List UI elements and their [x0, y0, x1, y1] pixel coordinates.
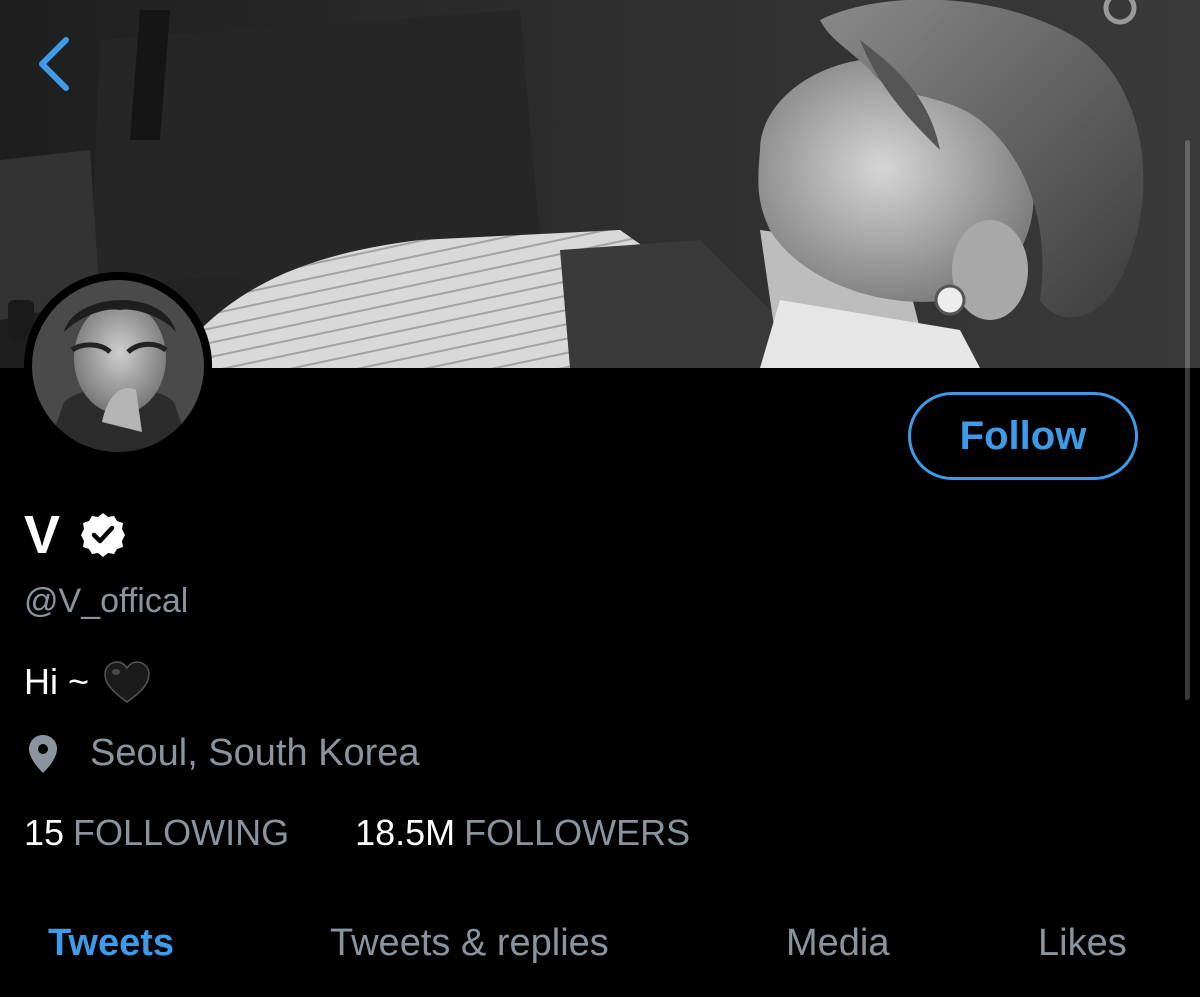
- followers-count: 18.5M: [355, 812, 456, 853]
- tab-media[interactable]: Media: [786, 922, 890, 965]
- tab-tweets-and-replies[interactable]: Tweets & replies: [330, 922, 609, 965]
- profile-stats: 15 FOLLOWING 18.5M FOLLOWERS: [24, 812, 756, 854]
- follow-button[interactable]: Follow: [908, 392, 1138, 480]
- back-button[interactable]: [28, 28, 84, 100]
- bio-text: Hi ~: [24, 661, 90, 702]
- followers-stat[interactable]: 18.5M FOLLOWERS: [355, 812, 690, 854]
- scrollbar[interactable]: [1185, 140, 1190, 700]
- profile-tabs: Tweets Tweets & replies Media Likes: [0, 914, 1200, 974]
- location-text: Seoul, South Korea: [90, 732, 420, 774]
- profile-bio: Hi ~: [24, 660, 151, 704]
- display-name: V: [24, 505, 62, 565]
- location-pin-icon: [29, 734, 57, 773]
- profile-name-row: V: [24, 500, 127, 570]
- avatar[interactable]: [24, 272, 212, 460]
- following-label: FOLLOWING: [73, 812, 290, 853]
- followers-label: FOLLOWERS: [464, 812, 691, 853]
- follow-button-label: Follow: [959, 413, 1087, 458]
- avatar-image: [24, 272, 212, 460]
- chevron-left-icon: [39, 37, 69, 91]
- profile-handle: @V_offical: [24, 582, 189, 620]
- verified-badge-icon: [81, 513, 126, 557]
- following-stat[interactable]: 15 FOLLOWING: [24, 812, 289, 854]
- profile-location: Seoul, South Korea: [28, 732, 420, 775]
- following-count: 15: [24, 812, 65, 853]
- black-heart-icon: [104, 661, 150, 703]
- tab-likes[interactable]: Likes: [1038, 922, 1127, 965]
- tab-tweets[interactable]: Tweets: [48, 922, 174, 965]
